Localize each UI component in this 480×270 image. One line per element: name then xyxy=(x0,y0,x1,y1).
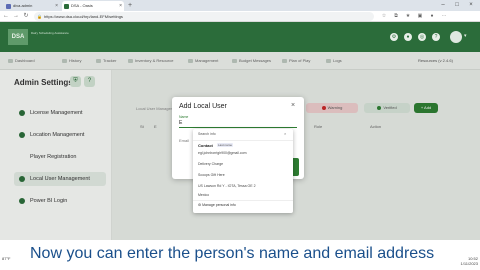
close-window-icon[interactable]: × xyxy=(464,0,478,11)
new-tab-icon[interactable]: + xyxy=(128,1,132,11)
help-icon[interactable]: ? xyxy=(432,33,440,41)
tab-label: diva.admin xyxy=(13,3,33,8)
autofill-badge: Last name xyxy=(217,143,234,147)
autofill-search[interactable]: Search info xyxy=(198,132,216,136)
email-field-label: Email xyxy=(179,138,190,143)
autofill-section-title: Contact xyxy=(198,143,213,148)
divider xyxy=(193,140,293,141)
close-icon[interactable]: × xyxy=(284,131,286,136)
minimize-icon[interactable]: – xyxy=(436,0,450,11)
modal-title: Add Local User xyxy=(179,103,227,110)
url-text: https://www.dsa.cloud/hrp/land-EFM/setti… xyxy=(44,14,123,19)
logo-text: Dairy Scheduling Assistance xyxy=(31,31,69,35)
notification-icon[interactable]: ● xyxy=(404,33,412,41)
app-logo: DSA xyxy=(8,29,28,45)
reload-icon[interactable]: ↻ xyxy=(22,12,30,21)
taskbar-date: 1/11/2023 xyxy=(460,261,479,266)
collections-icon[interactable]: ▣ xyxy=(416,12,424,21)
taskbar-clock: 10:52 1/11/2023 xyxy=(450,256,479,266)
profile-icon[interactable]: ● xyxy=(428,12,436,21)
weather-widget: 87°F xyxy=(2,256,11,261)
close-icon[interactable]: × xyxy=(291,102,295,109)
favorites-icon[interactable]: ★ xyxy=(404,12,412,21)
close-icon[interactable]: × xyxy=(119,1,122,11)
autofill-item[interactable]: egl.johnhorrigh900@gmail.com xyxy=(198,151,247,155)
url-input[interactable]: 🔒 https://www.dsa.cloud/hrp/land-EFM/set… xyxy=(34,12,374,21)
more-icon[interactable]: ⋯ xyxy=(440,12,448,21)
extensions-icon[interactable]: ⧉ xyxy=(392,12,400,21)
autofill-item[interactable]: Scoops Gift Here xyxy=(198,173,225,177)
forward-icon[interactable]: → xyxy=(12,12,20,21)
grid-tab-icon xyxy=(6,4,11,9)
caption-text: Now you can enter the person's name and … xyxy=(30,245,435,262)
avatar[interactable] xyxy=(450,31,462,43)
tab-label: DSA - Oasis xyxy=(71,3,93,8)
back-icon[interactable]: ← xyxy=(2,12,10,21)
autofill-item[interactable]: US Lawson Rd Y - IOTA, Tessa OE 2 xyxy=(198,184,256,188)
divider xyxy=(193,200,293,201)
chevron-down-icon[interactable]: ▾ xyxy=(464,33,467,39)
maximize-icon[interactable]: □ xyxy=(450,0,464,11)
lock-icon: 🔒 xyxy=(37,14,42,19)
autofill-item[interactable]: Mexico xyxy=(198,193,209,197)
settings-icon[interactable]: ⚙ xyxy=(390,33,398,41)
manage-info-link[interactable]: ⚙ Manage personal info xyxy=(198,203,236,207)
browser-tab-diva[interactable]: diva.admin × xyxy=(4,1,60,11)
star-icon[interactable]: ☆ xyxy=(380,12,388,21)
dsa-tab-icon xyxy=(64,4,69,9)
browser-tab-dsa[interactable]: DSA - Oasis × xyxy=(62,1,124,11)
close-icon[interactable]: × xyxy=(55,1,58,11)
globe-icon[interactable]: ◎ xyxy=(418,33,426,41)
name-field[interactable]: E xyxy=(179,119,297,128)
autofill-item[interactable]: Delivery Charge xyxy=(198,162,223,166)
